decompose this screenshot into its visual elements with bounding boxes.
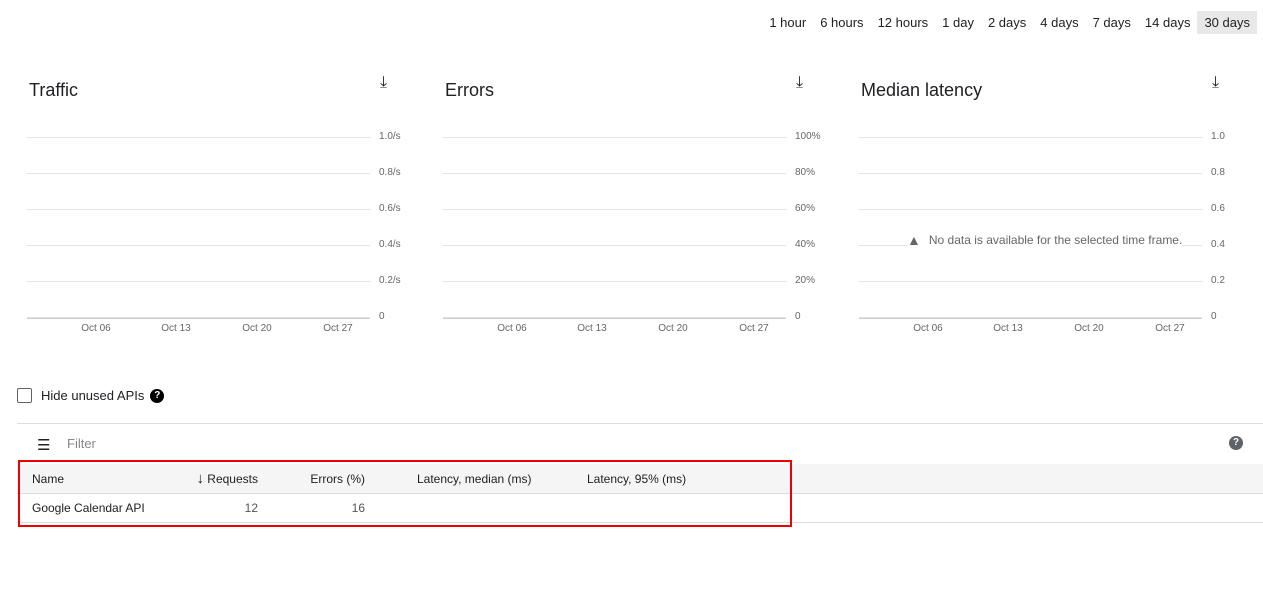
x-tick: Oct 20 (1074, 323, 1104, 334)
api-name[interactable]: Google Calendar API (32, 493, 172, 523)
gridline (27, 209, 370, 210)
range-option[interactable]: 30 days (1197, 11, 1257, 34)
x-tick: Oct 27 (323, 323, 353, 334)
col-latency-95[interactable]: Latency, 95% (ms) (587, 464, 1263, 494)
help-icon[interactable]: ? (1229, 436, 1243, 450)
gridline (859, 137, 1202, 138)
y-tick: 1.0/s (379, 131, 401, 142)
range-option[interactable]: 4 days (1033, 11, 1085, 34)
range-option[interactable]: 12 hours (871, 11, 936, 34)
chart-title: Traffic (29, 80, 79, 100)
x-tick: Oct 06 (81, 323, 111, 334)
time-range-selector: 1 hour 6 hours 12 hours 1 day 2 days 4 days 7 … (762, 11, 1257, 34)
y-tick: 0.4 (1211, 239, 1225, 250)
x-tick: Oct 13 (161, 323, 191, 334)
chart-median-latency: Median latency ⤓ 1.0 0.8 0.6 0.4 0.2 0 Oc… (859, 70, 1259, 350)
latency-95-value (587, 493, 1263, 523)
gridline (27, 173, 370, 174)
y-tick: 0.2 (1211, 275, 1225, 286)
y-tick: 0.8/s (379, 167, 401, 178)
col-errors[interactable]: Errors (%) (258, 464, 365, 494)
filter-bar: ☰ ? (17, 423, 1263, 464)
gridline (27, 137, 370, 138)
y-tick: 60% (795, 203, 816, 214)
chart-title: Errors (445, 80, 494, 100)
filter-input[interactable] (65, 435, 245, 452)
x-tick: Oct 06 (913, 323, 943, 334)
x-tick: Oct 13 (993, 323, 1023, 334)
gridline (27, 245, 370, 246)
chart-title: Median latency (861, 80, 983, 100)
col-latency-median[interactable]: Latency, median (ms) (417, 464, 587, 494)
y-tick: 0 (795, 311, 801, 322)
errors-value: 16 (258, 493, 365, 523)
x-axis (443, 318, 786, 319)
col-requests[interactable]: ↓ Requests (172, 464, 258, 494)
requests-value: 12 (172, 493, 258, 523)
latency-median-value (417, 493, 587, 523)
api-table: Name ↓ Requests Errors (%) Latency, medi… (17, 464, 1263, 523)
help-icon[interactable]: ? (150, 388, 165, 403)
hide-unused-label: Hide unused APIs (41, 388, 145, 403)
y-tick: 80% (795, 167, 816, 178)
x-tick: Oct 06 (497, 323, 527, 334)
y-tick: 40% (795, 239, 816, 250)
filter-icon[interactable]: ☰ (37, 436, 50, 454)
hide-unused-apis[interactable]: Hide unused APIs ? (17, 388, 165, 403)
col-name[interactable]: Name (32, 464, 172, 494)
y-tick: 0.8 (1211, 167, 1225, 178)
sort-arrow-down-icon: ↓ (196, 470, 204, 487)
y-tick: 0 (379, 311, 385, 322)
range-option[interactable]: 1 day (935, 11, 981, 34)
x-tick: Oct 20 (658, 323, 688, 334)
chart-errors: Errors ⤓ 100% 80% 60% 40% 20% 0 Oct 06 Oct… (443, 70, 843, 350)
y-tick: 1.0 (1211, 131, 1225, 142)
range-option[interactable]: 2 days (981, 11, 1033, 34)
range-option[interactable]: 7 days (1086, 11, 1138, 34)
x-axis (859, 318, 1202, 319)
y-tick: 100% (795, 131, 821, 142)
range-option[interactable]: 14 days (1138, 11, 1198, 34)
x-axis (27, 318, 370, 319)
gridline (443, 209, 786, 210)
y-tick: 0 (1211, 311, 1217, 322)
no-data-message: ▲ No data is available for the selected t… (907, 232, 1183, 248)
x-tick: Oct 27 (1155, 323, 1185, 334)
gridline (443, 137, 786, 138)
gridline (443, 173, 786, 174)
chart-traffic: Traffic ⤓ 1.0/s 0.8/s 0.6/s 0.4/s 0.2/s … (27, 70, 427, 350)
download-icon[interactable]: ⤓ (1212, 74, 1219, 92)
x-tick: Oct 13 (577, 323, 607, 334)
y-tick: 0.2/s (379, 275, 401, 286)
gridline (443, 245, 786, 246)
range-option[interactable]: 1 hour (762, 11, 813, 34)
y-tick: 0.6/s (379, 203, 401, 214)
gridline (27, 281, 370, 282)
range-option[interactable]: 6 hours (813, 11, 870, 34)
download-icon[interactable]: ⤓ (796, 74, 803, 92)
table-row[interactable]: Google Calendar API 12 16 (17, 493, 1263, 523)
x-tick: Oct 27 (739, 323, 769, 334)
download-icon[interactable]: ⤓ (380, 74, 387, 92)
gridline (859, 173, 1202, 174)
warning-icon: ▲ (907, 232, 921, 248)
y-tick: 20% (795, 275, 816, 286)
y-tick: 0.6 (1211, 203, 1225, 214)
x-tick: Oct 20 (242, 323, 272, 334)
y-tick: 0.4/s (379, 239, 401, 250)
gridline (859, 209, 1202, 210)
gridline (859, 281, 1202, 282)
gridline (443, 281, 786, 282)
hide-unused-checkbox[interactable] (17, 388, 32, 403)
table-header: Name ↓ Requests Errors (%) Latency, medi… (17, 464, 1263, 494)
